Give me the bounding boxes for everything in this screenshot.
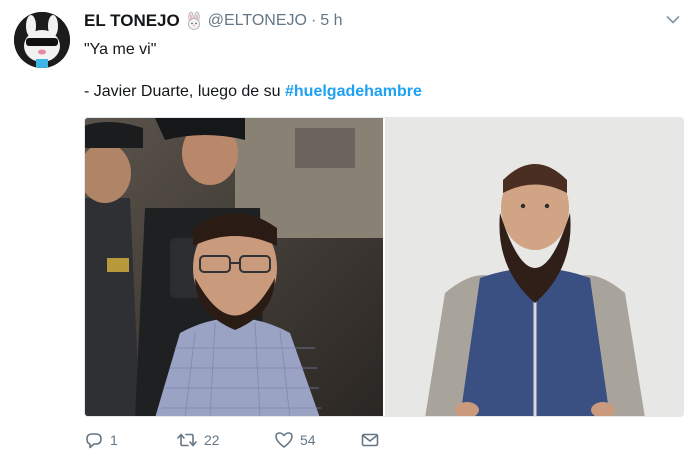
display-name[interactable]: EL TONEJO: [84, 11, 180, 31]
direct-message-button[interactable]: [360, 430, 380, 450]
tweet-card: EL TONEJO @ELTONEJO · 5 h "Ya me vi" - J…: [0, 0, 700, 466]
tweet-text-line-2-prefix: - Javier Duarte, luego de su: [84, 83, 285, 100]
photo-bearded-man-in-blue-vest[interactable]: [385, 118, 683, 416]
tweet-header: EL TONEJO @ELTONEJO · 5 h: [84, 10, 343, 32]
like-count: 54: [300, 432, 316, 448]
separator-dot: ·: [310, 12, 317, 29]
cartoon-bunny-avatar-icon: [14, 12, 70, 68]
avatar[interactable]: [14, 12, 70, 68]
tweet-text-line-1: "Ya me vi": [84, 41, 157, 58]
hashtag-link[interactable]: #huelgadehambre: [285, 83, 422, 100]
retweet-icon: [177, 433, 197, 447]
reply-button[interactable]: 1: [84, 430, 176, 450]
heart-icon: [275, 432, 293, 448]
tweet-media[interactable]: [84, 117, 684, 417]
photo-man-with-beard-escorted-by-guards[interactable]: [85, 118, 383, 416]
reply-count: 1: [110, 432, 118, 448]
retweet-button[interactable]: 22: [176, 430, 274, 450]
user-handle[interactable]: @ELTONEJO: [208, 12, 307, 30]
like-button[interactable]: 54: [274, 430, 360, 450]
tweet-actions: 1 22 54: [84, 430, 380, 450]
chevron-down-icon[interactable]: [666, 12, 680, 30]
timestamp[interactable]: 5 h: [320, 12, 342, 30]
retweet-count: 22: [204, 432, 220, 448]
reply-icon: [86, 433, 102, 449]
envelope-icon: [361, 433, 379, 447]
tweet-text-line-2: - Javier Duarte, luego de su #huelgadeha…: [84, 82, 422, 102]
tweet-text: "Ya me vi" - Javier Duarte, luego de su …: [84, 40, 422, 102]
rabbit-face-icon: [184, 11, 204, 31]
